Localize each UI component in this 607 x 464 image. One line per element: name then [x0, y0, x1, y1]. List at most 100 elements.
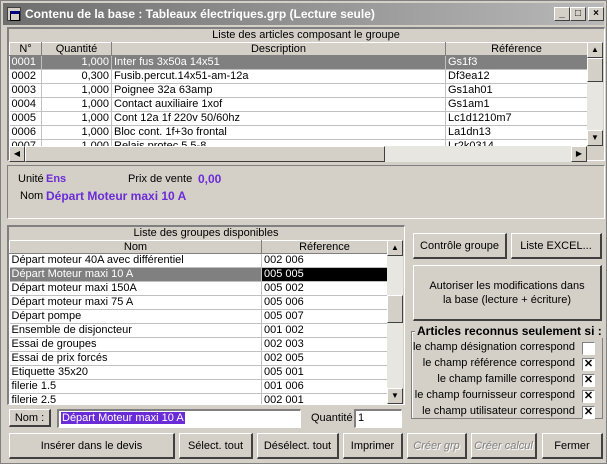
groups-vscroll-thumb[interactable] — [387, 295, 403, 323]
table-row[interactable]: 0002 0,300 Fusib.percut.14x51-am-12a Df3ea1… — [9, 69, 587, 84]
group-cell-name: Départ pompe — [9, 309, 262, 324]
unit-value: Ens — [46, 173, 67, 185]
groups-col-header[interactable]: Réference — [261, 240, 387, 254]
articles-panel: Liste des articles composant le groupe N… — [7, 27, 605, 162]
articles-title: Liste des articles composant le groupe — [9, 29, 603, 42]
article-cell-qty: 1,000 — [41, 111, 112, 126]
maximize-button[interactable]: □ — [570, 7, 586, 21]
article-cell-n: 0004 — [9, 97, 42, 112]
list-item[interactable]: Départ moteur maxi 75 A 005 006 — [9, 295, 387, 310]
articles-vscroll-thumb[interactable] — [587, 58, 603, 82]
deselect-all-button[interactable]: Désélect. tout — [257, 433, 339, 459]
list-item[interactable]: Départ moteur 40A avec différentiel 002 0… — [9, 253, 387, 268]
articles-col-header[interactable]: Référence — [445, 42, 587, 56]
group-cell-name: filerie 2.5 — [9, 393, 262, 404]
group-cell-name: filerie 1.5 — [9, 379, 262, 394]
creer-calcul-button[interactable]: Créer calcul — [471, 433, 537, 459]
creer-groupe-button[interactable]: Créer grp — [407, 433, 467, 459]
article-cell-desc: Cont 12a 1f 220v 50/60hz — [111, 111, 446, 126]
articles-vscrollbar[interactable]: ▲ ▼ — [587, 42, 603, 146]
article-cell-n: 0002 — [9, 69, 42, 84]
groups-vscrollbar[interactable]: ▲ ▼ — [387, 240, 403, 404]
groups-col-header[interactable]: Nom — [9, 240, 262, 254]
app-icon — [7, 7, 21, 21]
criteria-checkbox[interactable]: ✕ — [582, 358, 595, 371]
groups-grid[interactable]: Nom Réference Départ moteur 40A avec diff… — [9, 240, 387, 404]
article-cell-desc: Poignee 32a 63amp — [111, 83, 446, 98]
group-cell-name: Départ moteur maxi 150A — [9, 281, 262, 296]
articles-hscrollbar[interactable]: ◀ ▶ — [9, 146, 587, 162]
article-cell-ref: Gs1am1 — [445, 97, 587, 112]
group-cell-name: Ensemble de disjoncteur — [9, 323, 262, 338]
scroll-right-icon[interactable]: ▶ — [571, 146, 587, 162]
quantite-input[interactable]: 1 — [354, 409, 402, 428]
nom-input-value: Départ Moteur maxi 10 A — [61, 412, 185, 424]
group-cell-ref: 005 006 — [261, 295, 387, 310]
autoriser-modifications-button[interactable]: Autoriser les modifications dans la base… — [413, 265, 602, 321]
select-all-button[interactable]: Sélect. tout — [179, 433, 253, 459]
list-item[interactable]: filerie 2.5 002 001 — [9, 393, 387, 404]
article-cell-qty: 1,000 — [41, 83, 112, 98]
articles-hscroll-thumb[interactable] — [25, 146, 385, 162]
price-label: Prix de vente — [128, 173, 193, 185]
table-row[interactable]: 0006 1,000 Bloc cont. 1f+3o frontal La1dn13 — [9, 125, 587, 140]
group-cell-ref: 002 006 — [261, 253, 387, 268]
criteria-label: le champ utilisateur correspond — [422, 405, 575, 417]
minimize-button[interactable]: _ — [554, 7, 570, 21]
article-cell-ref: Gs1ah01 — [445, 83, 587, 98]
articles-col-header[interactable]: Description — [111, 42, 446, 56]
scroll-up-icon[interactable]: ▲ — [587, 42, 603, 58]
scroll-down-icon[interactable]: ▼ — [387, 388, 403, 404]
list-item[interactable]: Essai de groupes 002 003 — [9, 337, 387, 352]
criteria-checkbox[interactable] — [582, 342, 595, 355]
group-cell-ref: 001 006 — [261, 379, 387, 394]
criteria-checkbox[interactable]: ✕ — [582, 374, 595, 387]
list-item[interactable]: Essai de prix forcés 002 005 — [9, 351, 387, 366]
title-bar[interactable]: Contenu de la base : Tableaux électrique… — [3, 3, 604, 25]
table-row[interactable]: 0004 1,000 Contact auxiliaire 1xof Gs1am1 — [9, 97, 587, 112]
groups-panel: Liste des groupes disponibles Nom Réferen… — [7, 225, 405, 405]
list-item[interactable]: Départ moteur maxi 150A 005 002 — [9, 281, 387, 296]
article-cell-ref: Gs1f3 — [445, 55, 587, 70]
article-cell-qty: 0,300 — [41, 69, 112, 84]
group-cell-ref: 005 002 — [261, 281, 387, 296]
article-cell-n: 0005 — [9, 111, 42, 126]
articles-col-header[interactable]: Quantité — [41, 42, 112, 56]
list-item[interactable]: Départ pompe 005 007 — [9, 309, 387, 324]
inserer-devis-button[interactable]: Insérer dans le devis — [9, 433, 175, 459]
close-button[interactable]: × — [588, 7, 604, 21]
group-cell-name: Départ moteur 40A avec différentiel — [9, 253, 262, 268]
group-cell-ref: 002 001 — [261, 393, 387, 404]
criteria-checkbox[interactable]: ✕ — [582, 406, 595, 419]
list-item[interactable]: Départ Moteur maxi 10 A 005 005 — [9, 267, 387, 282]
scroll-down-icon[interactable]: ▼ — [587, 130, 603, 146]
controle-groupe-button[interactable]: Contrôle groupe — [413, 233, 507, 259]
article-cell-qty: 1,000 — [41, 55, 112, 70]
criteria-label: le champ fournisseur correspond — [414, 389, 575, 401]
group-cell-name: Départ moteur maxi 75 A — [9, 295, 262, 310]
liste-excel-button[interactable]: Liste EXCEL... — [511, 233, 602, 259]
articles-grid[interactable]: N° Quantité Description Référence 0001 1,000… — [9, 42, 587, 146]
articles-col-header[interactable]: N° — [9, 42, 42, 56]
nom-input[interactable]: Départ Moteur maxi 10 A — [57, 409, 301, 428]
imprimer-button[interactable]: Imprimer — [343, 433, 403, 459]
window-title: Contenu de la base : Tableaux électrique… — [25, 7, 375, 21]
fermer-button[interactable]: Fermer — [542, 433, 603, 459]
group-cell-name: Départ Moteur maxi 10 A — [9, 267, 262, 282]
group-cell-name: Etiquette 35x20 — [9, 365, 262, 380]
table-row[interactable]: 0005 1,000 Cont 12a 1f 220v 50/60hz Lc1d121… — [9, 111, 587, 126]
group-cell-ref: 005 001 — [261, 365, 387, 380]
criteria-checkbox[interactable]: ✕ — [582, 390, 595, 403]
scroll-up-icon[interactable]: ▲ — [387, 240, 403, 256]
criteria-title: Articles reconnus seulement si : — [415, 324, 604, 338]
table-row[interactable]: 0001 1,000 Inter fus 3x50a 14x51 Gs1f3 — [9, 55, 587, 70]
group-cell-ref: 005 007 — [261, 309, 387, 324]
table-row[interactable]: 0003 1,000 Poignee 32a 63amp Gs1ah01 — [9, 83, 587, 98]
list-item[interactable]: filerie 1.5 001 006 — [9, 379, 387, 394]
list-item[interactable]: Ensemble de disjoncteur 001 002 — [9, 323, 387, 338]
nom-label-button[interactable]: Nom : — [9, 409, 51, 427]
scroll-left-icon[interactable]: ◀ — [9, 146, 25, 162]
article-cell-desc: Inter fus 3x50a 14x51 — [111, 55, 446, 70]
list-item[interactable]: Etiquette 35x20 005 001 — [9, 365, 387, 380]
quantite-label: Quantité — [311, 412, 353, 424]
